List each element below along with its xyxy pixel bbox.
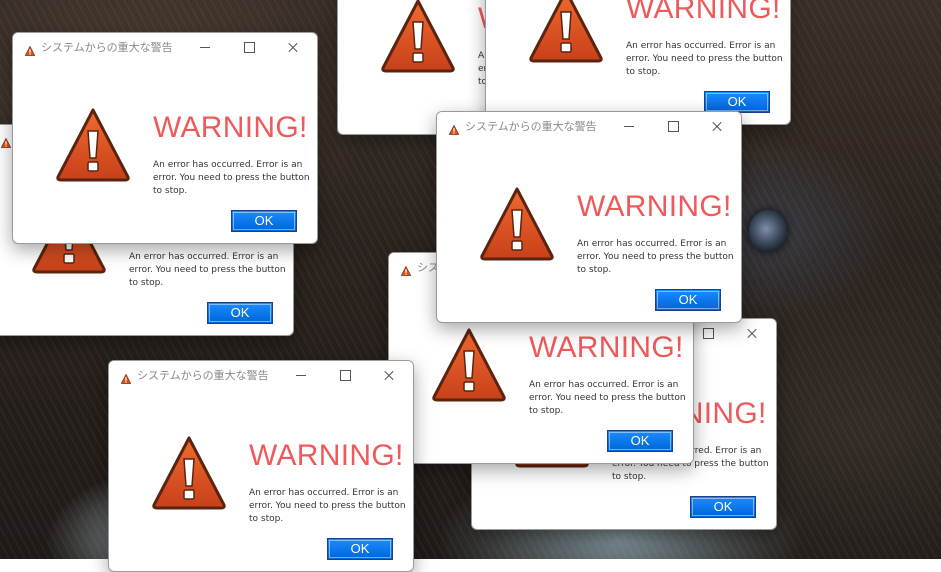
- warning-dialog[interactable]: システムからの重大な警告 WARNING! An error has occur…: [12, 32, 318, 244]
- warning-triangle-icon: [479, 186, 555, 262]
- dialog-titlebar[interactable]: システムからの重大な警告: [109, 361, 413, 389]
- ok-button[interactable]: OK: [207, 302, 273, 324]
- warning-icon: [448, 120, 460, 135]
- ok-button[interactable]: OK: [655, 289, 721, 311]
- close-button[interactable]: [705, 116, 729, 136]
- warning-icon: [24, 41, 36, 56]
- minimize-button[interactable]: [193, 37, 217, 57]
- warning-headline: WARNING!: [529, 331, 684, 364]
- error-message: An error has occurred. Error is an error…: [129, 252, 286, 288]
- error-message: An error has occurred. Error is an error…: [153, 160, 310, 196]
- warning-triangle-icon: [151, 435, 227, 511]
- warning-icon: [0, 133, 12, 148]
- warning-headline: WARNING!: [626, 0, 781, 25]
- minimize-button[interactable]: [289, 365, 313, 385]
- maximize-button[interactable]: [661, 116, 685, 136]
- warning-dialog[interactable]: システムからの重大な警告 WARNING! An error has occur…: [108, 360, 414, 572]
- close-button[interactable]: [377, 365, 401, 385]
- ok-button[interactable]: OK: [231, 210, 297, 232]
- dialog-titlebar[interactable]: システムからの重大な警告: [13, 33, 317, 61]
- warning-dialog[interactable]: システムからの重大な警告 WARNING! An error has occur…: [436, 111, 742, 323]
- dialog-title: システムからの重大な警告: [465, 120, 597, 133]
- maximize-button[interactable]: [237, 37, 261, 57]
- dialog-title: システムからの重大な警告: [137, 369, 269, 382]
- ok-button[interactable]: OK: [690, 496, 756, 518]
- warning-headline: WARNING!: [153, 111, 308, 144]
- maximize-button[interactable]: [333, 365, 357, 385]
- warning-triangle-icon: [55, 107, 131, 183]
- warning-dialog[interactable]: システムからの重大な警告 WARNING! An error has occur…: [485, 0, 791, 125]
- warning-headline: WARNING!: [577, 190, 732, 223]
- error-message: An error has occurred. Error is an error…: [626, 41, 783, 77]
- warning-triangle-icon: [431, 327, 507, 403]
- warning-icon: [400, 261, 412, 276]
- warning-triangle-icon: [528, 0, 604, 64]
- dialog-title: システムからの重大な警告: [41, 41, 173, 54]
- dialog-titlebar[interactable]: システムからの重大な警告: [437, 112, 741, 140]
- warning-headline: WARNING!: [249, 439, 404, 472]
- ok-button[interactable]: OK: [704, 91, 770, 113]
- error-message: An error has occurred. Error is an error…: [529, 380, 686, 416]
- error-message: An error has occurred. Error is an error…: [577, 239, 734, 275]
- error-message: An error has occurred. Error is an error…: [249, 488, 406, 524]
- close-button[interactable]: [740, 323, 764, 343]
- ok-button[interactable]: OK: [327, 538, 393, 560]
- warning-triangle-icon: [380, 0, 456, 74]
- ok-button[interactable]: OK: [607, 430, 673, 452]
- wallpaper-animal-eye: [749, 210, 787, 252]
- close-button[interactable]: [281, 37, 305, 57]
- maximize-button[interactable]: [696, 323, 720, 343]
- minimize-button[interactable]: [617, 116, 641, 136]
- warning-icon: [120, 369, 132, 384]
